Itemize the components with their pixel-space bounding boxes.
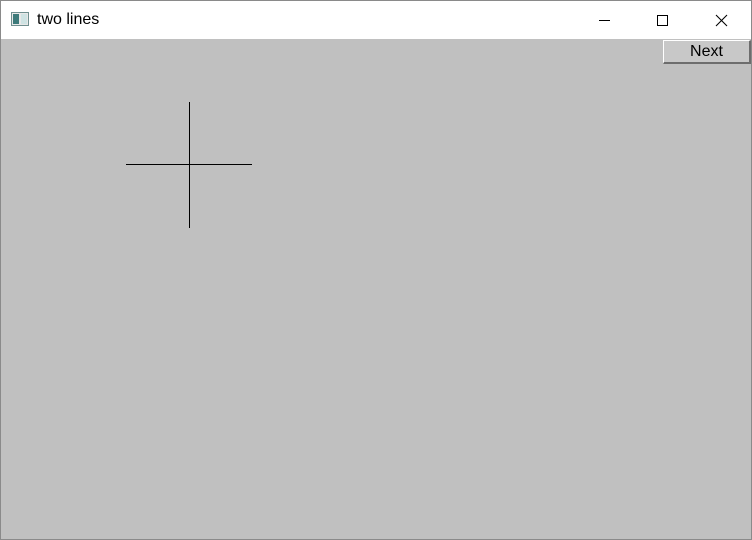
minimize-icon (599, 20, 610, 21)
client-area: Next (1, 39, 751, 539)
next-button[interactable]: Next (663, 40, 751, 64)
close-icon (715, 14, 728, 27)
title-bar[interactable]: two lines (1, 1, 751, 39)
window-title: two lines (37, 11, 100, 28)
app-window-icon (11, 12, 29, 26)
minimize-button[interactable] (575, 1, 633, 39)
maximize-icon (657, 15, 668, 26)
app-window: two lines Next (0, 0, 752, 540)
close-button[interactable] (691, 1, 749, 39)
drawing-canvas (126, 102, 252, 228)
maximize-button[interactable] (633, 1, 691, 39)
